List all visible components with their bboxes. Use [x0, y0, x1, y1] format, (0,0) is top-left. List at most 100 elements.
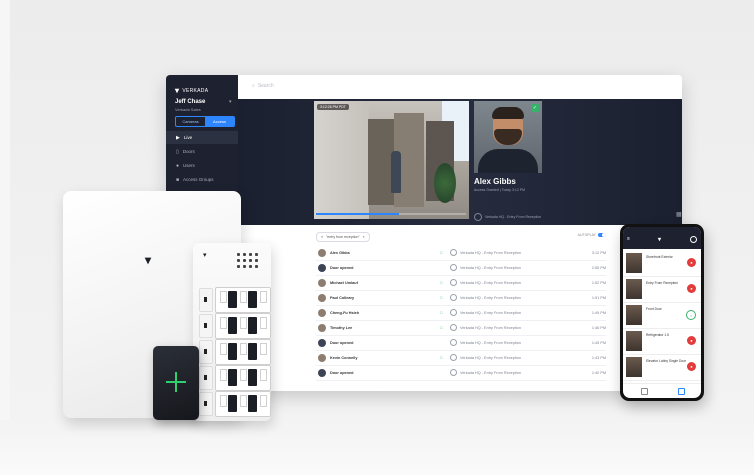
table-row[interactable]: Paul Colleary □ Verkada HQ - Entry From Re… — [316, 290, 606, 306]
video-plant — [434, 163, 456, 203]
table-row[interactable]: Kevin Connelly □ Verkada HQ - Entry From R… — [316, 350, 606, 366]
reader-cross-icon — [166, 372, 186, 392]
list-item[interactable]: Elevator Lobby Single Door ● — [623, 354, 701, 381]
list-item[interactable]: Entry From Reception ● — [623, 276, 701, 303]
sidebar-item-doors[interactable]: ▯ Doors — [166, 145, 238, 158]
unlock-icon[interactable]: ○ — [686, 310, 696, 320]
top-bar: ⌕ Search — [238, 75, 682, 99]
live-stage: 3:12:26 PM PDT ✓ Alex Gibbs Access Grant… — [238, 99, 682, 225]
sidebar-item-label: Doors — [182, 149, 195, 154]
credential-icon: □ — [440, 310, 443, 315]
status-led-panel — [237, 253, 265, 271]
video-timestamp: 3:12:26 PM PDT — [317, 104, 349, 110]
filter-icon: ≡ — [321, 235, 324, 239]
sidebar-item-access-groups[interactable]: ■ Access Groups — [166, 173, 238, 186]
door-label: Entry From Reception — [646, 281, 679, 285]
table-row[interactable]: Door opened Verkada HQ - Entry From Recep… — [316, 365, 606, 381]
credential-icon: □ — [440, 280, 443, 285]
event-location: Verkada HQ - Entry From Reception — [460, 355, 521, 360]
credential-icon: □ — [440, 325, 443, 330]
video-scrubber[interactable] — [316, 213, 466, 215]
segment-cameras[interactable]: Cameras — [176, 117, 205, 126]
account-icon[interactable] — [690, 236, 697, 243]
event-name: Cheng-Fu Hsieh — [330, 310, 360, 315]
event-name: Door opened — [330, 340, 354, 345]
event-location: Verkada HQ - Entry From Reception — [460, 325, 521, 330]
door-label: Storefront Exterior — [646, 255, 673, 259]
avatar — [318, 278, 326, 287]
table-row[interactable]: Door opened Verkada HQ - Entry From Recep… — [316, 335, 606, 351]
table-row[interactable]: Door opened Verkada HQ - Entry From Recep… — [316, 260, 606, 276]
door-thumbnail — [626, 305, 642, 325]
live-icon: ▶ — [176, 134, 180, 141]
door-status-icon — [450, 354, 457, 361]
scrubber-progress — [316, 213, 399, 215]
verkada-logo-icon: ▾ — [145, 253, 152, 267]
side-connector — [199, 340, 213, 364]
autoplay-label: AUTOPLAY — [577, 233, 596, 237]
list-item[interactable]: Refrigerator 1.5 ● — [623, 328, 701, 355]
segment-access[interactable]: Access — [205, 117, 234, 126]
grid-view-icon[interactable]: ▦ — [676, 211, 682, 218]
filter-chip[interactable]: ≡ "entry from reception" × — [316, 232, 370, 242]
user-name[interactable]: Jeff Chase — [175, 99, 205, 105]
door-thumbnail — [626, 253, 642, 273]
event-name: Timothy Lee — [330, 325, 353, 330]
door-status-icon — [450, 369, 457, 376]
event-location: Verkada HQ - Entry From Reception — [460, 295, 521, 300]
lock-icon[interactable]: ● — [687, 284, 696, 293]
avatar — [318, 368, 326, 377]
avatar — [318, 323, 326, 332]
event-name: Michael Umlauf — [330, 280, 358, 285]
door-thumbnail — [626, 331, 642, 351]
door-status-icon — [450, 294, 457, 301]
lock-icon[interactable]: ● — [687, 258, 696, 267]
event-name: Alex Gibbs — [330, 250, 350, 255]
table-row[interactable]: Cheng-Fu Hsieh □ Verkada HQ - Entry From R… — [316, 305, 606, 321]
door-thumbnail — [626, 357, 642, 377]
terminal-block — [215, 391, 271, 417]
home-tab-icon[interactable] — [641, 388, 648, 395]
search-input[interactable]: ⌕ Search — [252, 83, 274, 89]
door-status-icon — [450, 264, 457, 271]
avatar — [318, 338, 326, 347]
video-person — [391, 151, 401, 193]
door-status-icon — [450, 279, 457, 286]
camera-feed[interactable]: 3:12:26 PM PDT — [314, 101, 469, 219]
lock-icon[interactable]: ● — [687, 336, 696, 345]
list-item[interactable]: Front Door ○ — [623, 302, 701, 329]
event-time: 1:46 PM — [591, 325, 606, 330]
sidebar-item-live[interactable]: ▶ Live — [166, 131, 238, 144]
person-photo: ✓ — [474, 101, 542, 173]
floor-surface — [0, 420, 754, 475]
lock-icon[interactable]: ● — [687, 362, 696, 371]
sidebar-item-users[interactable]: ● Users — [166, 159, 238, 172]
brand-logo[interactable]: ▾ VERKADA — [175, 86, 208, 95]
filter-chip-label: "entry from reception" — [326, 235, 360, 239]
door-label: Front Door — [646, 307, 662, 311]
verkada-logo-icon: ▾ — [658, 237, 662, 243]
close-icon[interactable]: × — [363, 235, 365, 239]
list-item[interactable]: Storefront Exterior ● — [623, 250, 701, 277]
people-tab-icon[interactable] — [678, 388, 685, 395]
menu-icon[interactable]: ≡ — [627, 236, 630, 242]
credential-icon: □ — [440, 250, 443, 255]
entry-text: Verkada HQ - Entry From Reception — [485, 215, 542, 219]
terminal-block — [215, 365, 271, 391]
photo-shirt — [478, 149, 538, 173]
autoplay-control: AUTOPLAY — [578, 233, 606, 237]
table-row[interactable]: Alex Gibbs □ Verkada HQ - Entry From Recep… — [316, 245, 606, 261]
table-row[interactable]: Timothy Lee □ Verkada HQ - Entry From Rece… — [316, 320, 606, 336]
event-time: 2:55 PM — [591, 265, 606, 270]
door-label: Elevator Lobby Single Door — [646, 359, 687, 363]
verkada-logo-icon: ▾ — [175, 86, 180, 95]
door-status-icon — [450, 309, 457, 316]
event-feed: ≡ "entry from reception" × AUTOPLAY Alex… — [316, 232, 606, 391]
chevron-down-icon[interactable]: ▾ — [229, 99, 232, 105]
side-connector — [199, 366, 213, 390]
event-time: 1:52 PM — [591, 280, 606, 285]
person-name: Alex Gibbs — [474, 177, 516, 186]
event-name: Paul Colleary — [330, 295, 355, 300]
autoplay-toggle[interactable] — [598, 233, 606, 237]
table-row[interactable]: Michael Umlauf □ Verkada HQ - Entry From R… — [316, 275, 606, 291]
